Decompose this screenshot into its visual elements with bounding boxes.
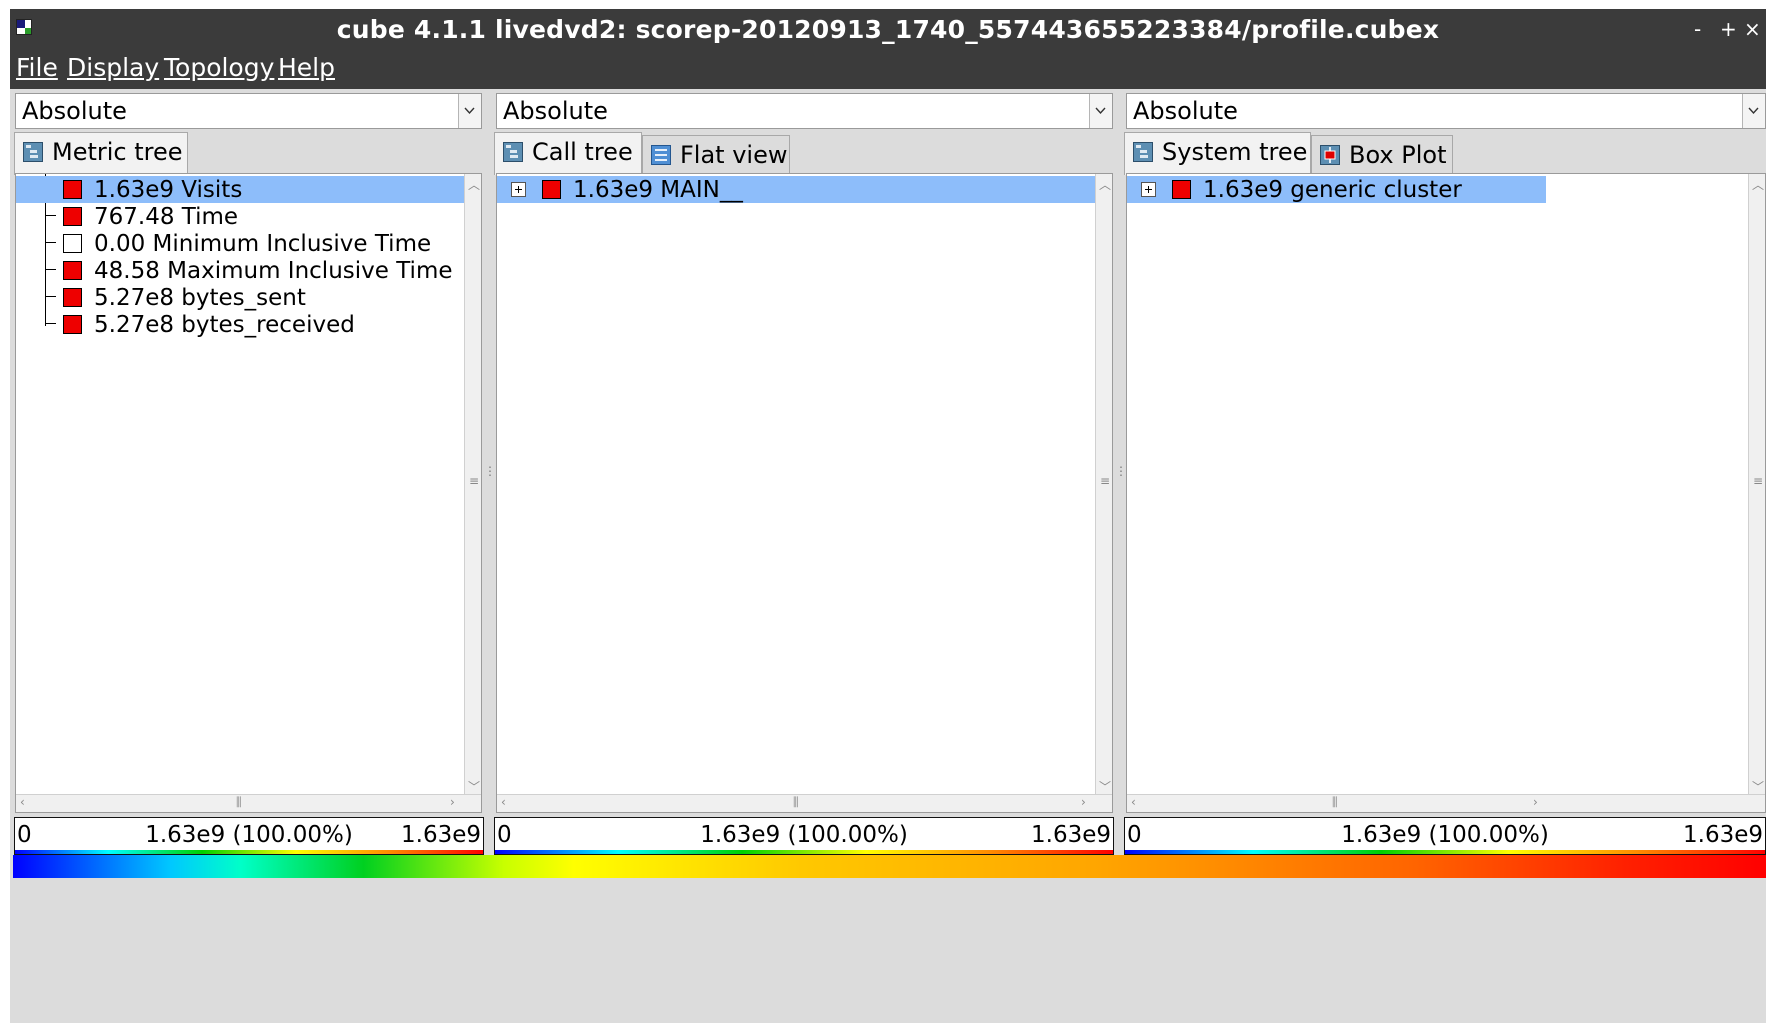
metric-color-box xyxy=(63,207,82,226)
window-title: cube 4.1.1 livedvd2: scorep-20120913_174… xyxy=(336,15,1440,44)
title-bar: cube 4.1.1 livedvd2: scorep-20120913_174… xyxy=(10,9,1766,45)
tab-flat-view-label: Flat view xyxy=(680,141,788,169)
call-tree-panel: 1.63e9 MAIN__ ︿ ≡ ﹀ ‹ ⫼ › xyxy=(496,173,1113,813)
tab-box-plot[interactable]: Box Plot xyxy=(1311,135,1453,175)
tab-system-tree[interactable]: System tree xyxy=(1124,132,1311,175)
close-icon[interactable]: × xyxy=(1744,17,1761,41)
metric-row-label: 5.27e8 bytes_sent xyxy=(94,285,306,311)
call-value-scale: 0 1.63e9 (100.00%) 1.63e9 xyxy=(494,817,1114,855)
metric-row-min-inclusive-time[interactable]: 0.00 Minimum Inclusive Time xyxy=(16,230,464,257)
tab-box-plot-label: Box Plot xyxy=(1349,141,1447,169)
expand-icon[interactable] xyxy=(1141,182,1156,197)
menu-file[interactable]: File xyxy=(16,53,58,82)
minimize-icon[interactable]: - xyxy=(1694,17,1701,41)
menu-display[interactable]: Display xyxy=(67,53,159,82)
metric-row-visits[interactable]: 1.63e9 Visits xyxy=(16,176,464,203)
expand-icon[interactable] xyxy=(511,182,526,197)
tree-icon xyxy=(503,142,523,162)
scale-max: 1.63e9 xyxy=(1031,822,1111,848)
chevron-down-icon[interactable] xyxy=(1089,94,1112,128)
menu-topology-label: Topology xyxy=(164,53,275,82)
scale-percentage: 1.63e9 (100.00%) xyxy=(1341,822,1549,848)
system-value-mode: Absolute xyxy=(1133,97,1238,125)
chevron-down-icon[interactable] xyxy=(1742,94,1765,128)
metric-row-label: 1.63e9 Visits xyxy=(94,177,243,203)
metric-row-label: 767.48 Time xyxy=(94,204,239,230)
maximize-icon[interactable]: + xyxy=(1720,17,1737,41)
call-value-mode: Absolute xyxy=(503,97,608,125)
system-value-mode-select[interactable]: Absolute xyxy=(1126,93,1766,129)
tab-metric-tree-label: Metric tree xyxy=(52,138,183,166)
box-plot-icon xyxy=(1320,145,1340,165)
metric-value-mode: Absolute xyxy=(22,97,127,125)
metric-row-time[interactable]: 767.48 Time xyxy=(16,203,464,230)
system-row-label: 1.63e9 generic cluster xyxy=(1203,177,1462,203)
metric-value-scale: 0 1.63e9 (100.00%) 1.63e9 xyxy=(14,817,484,855)
system-row-generic-cluster[interactable]: 1.63e9 generic cluster xyxy=(1127,176,1546,203)
metric-row-label: 5.27e8 bytes_received xyxy=(94,312,355,338)
tree-icon xyxy=(1133,142,1153,162)
metric-vertical-scrollbar[interactable]: ︿ ≡ ﹀ xyxy=(464,174,481,794)
metric-row-bytes-received[interactable]: 5.27e8 bytes_received xyxy=(16,311,464,338)
call-vertical-scrollbar[interactable]: ︿ ≡ ﹀ xyxy=(1095,174,1112,794)
metric-row-label: 48.58 Maximum Inclusive Time xyxy=(94,258,453,284)
menu-help[interactable]: Help xyxy=(278,53,335,82)
metric-value-mode-select[interactable]: Absolute xyxy=(15,93,482,129)
menu-display-label: Display xyxy=(67,53,160,82)
system-value-scale: 0 1.63e9 (100.00%) 1.63e9 xyxy=(1124,817,1766,855)
menu-bar: File Display Topology Help xyxy=(10,45,1766,89)
metric-tree-panel: 1.63e9 Visits 767.48 Time 0.00 Minimum I… xyxy=(15,173,482,813)
metric-color-box xyxy=(63,288,82,307)
tab-metric-tree[interactable]: Metric tree xyxy=(14,132,188,175)
call-color-box xyxy=(542,180,561,199)
metric-row-label: 0.00 Minimum Inclusive Time xyxy=(94,231,432,257)
color-scale-legend xyxy=(13,855,1766,878)
metric-color-box xyxy=(63,234,82,253)
system-vertical-scrollbar[interactable]: ︿ ≡ ﹀ xyxy=(1748,174,1765,794)
tab-flat-view[interactable]: Flat view xyxy=(642,135,790,175)
call-row-label: 1.63e9 MAIN__ xyxy=(573,177,743,203)
call-row-main[interactable]: 1.63e9 MAIN__ xyxy=(497,176,1095,203)
cube-window: cube 4.1.1 livedvd2: scorep-20120913_174… xyxy=(10,9,1766,1023)
metric-horizontal-scrollbar[interactable]: ‹ ⫼ › xyxy=(16,794,481,812)
list-icon xyxy=(651,145,671,165)
metric-row-bytes-sent[interactable]: 5.27e8 bytes_sent xyxy=(16,284,464,311)
scale-max: 1.63e9 xyxy=(1683,822,1763,848)
chevron-down-icon[interactable] xyxy=(458,94,481,128)
system-tree-panel: 1.63e9 generic cluster ︿ ≡ ﹀ ‹ ⫼ › xyxy=(1126,173,1766,813)
tab-call-tree-label: Call tree xyxy=(532,138,633,166)
metric-color-box xyxy=(63,315,82,334)
system-horizontal-scrollbar[interactable]: ‹ ⫼ › xyxy=(1127,794,1765,812)
scale-percentage: 1.63e9 (100.00%) xyxy=(700,822,908,848)
tab-system-tree-label: System tree xyxy=(1162,138,1308,166)
menu-topology[interactable]: Topology xyxy=(164,53,274,82)
metric-color-box xyxy=(63,261,82,280)
menu-help-label: Help xyxy=(278,53,335,82)
system-color-box xyxy=(1172,180,1191,199)
tab-call-tree[interactable]: Call tree xyxy=(494,132,642,175)
tree-icon xyxy=(23,142,43,162)
call-horizontal-scrollbar[interactable]: ‹ ⫼ › xyxy=(497,794,1112,812)
metric-color-box xyxy=(63,180,82,199)
splitter-handle[interactable]: ⋮ xyxy=(484,464,496,478)
metric-row-max-inclusive-time[interactable]: 48.58 Maximum Inclusive Time xyxy=(16,257,464,284)
scale-max: 1.63e9 xyxy=(401,822,481,848)
menu-file-label: File xyxy=(16,53,58,82)
call-value-mode-select[interactable]: Absolute xyxy=(496,93,1113,129)
